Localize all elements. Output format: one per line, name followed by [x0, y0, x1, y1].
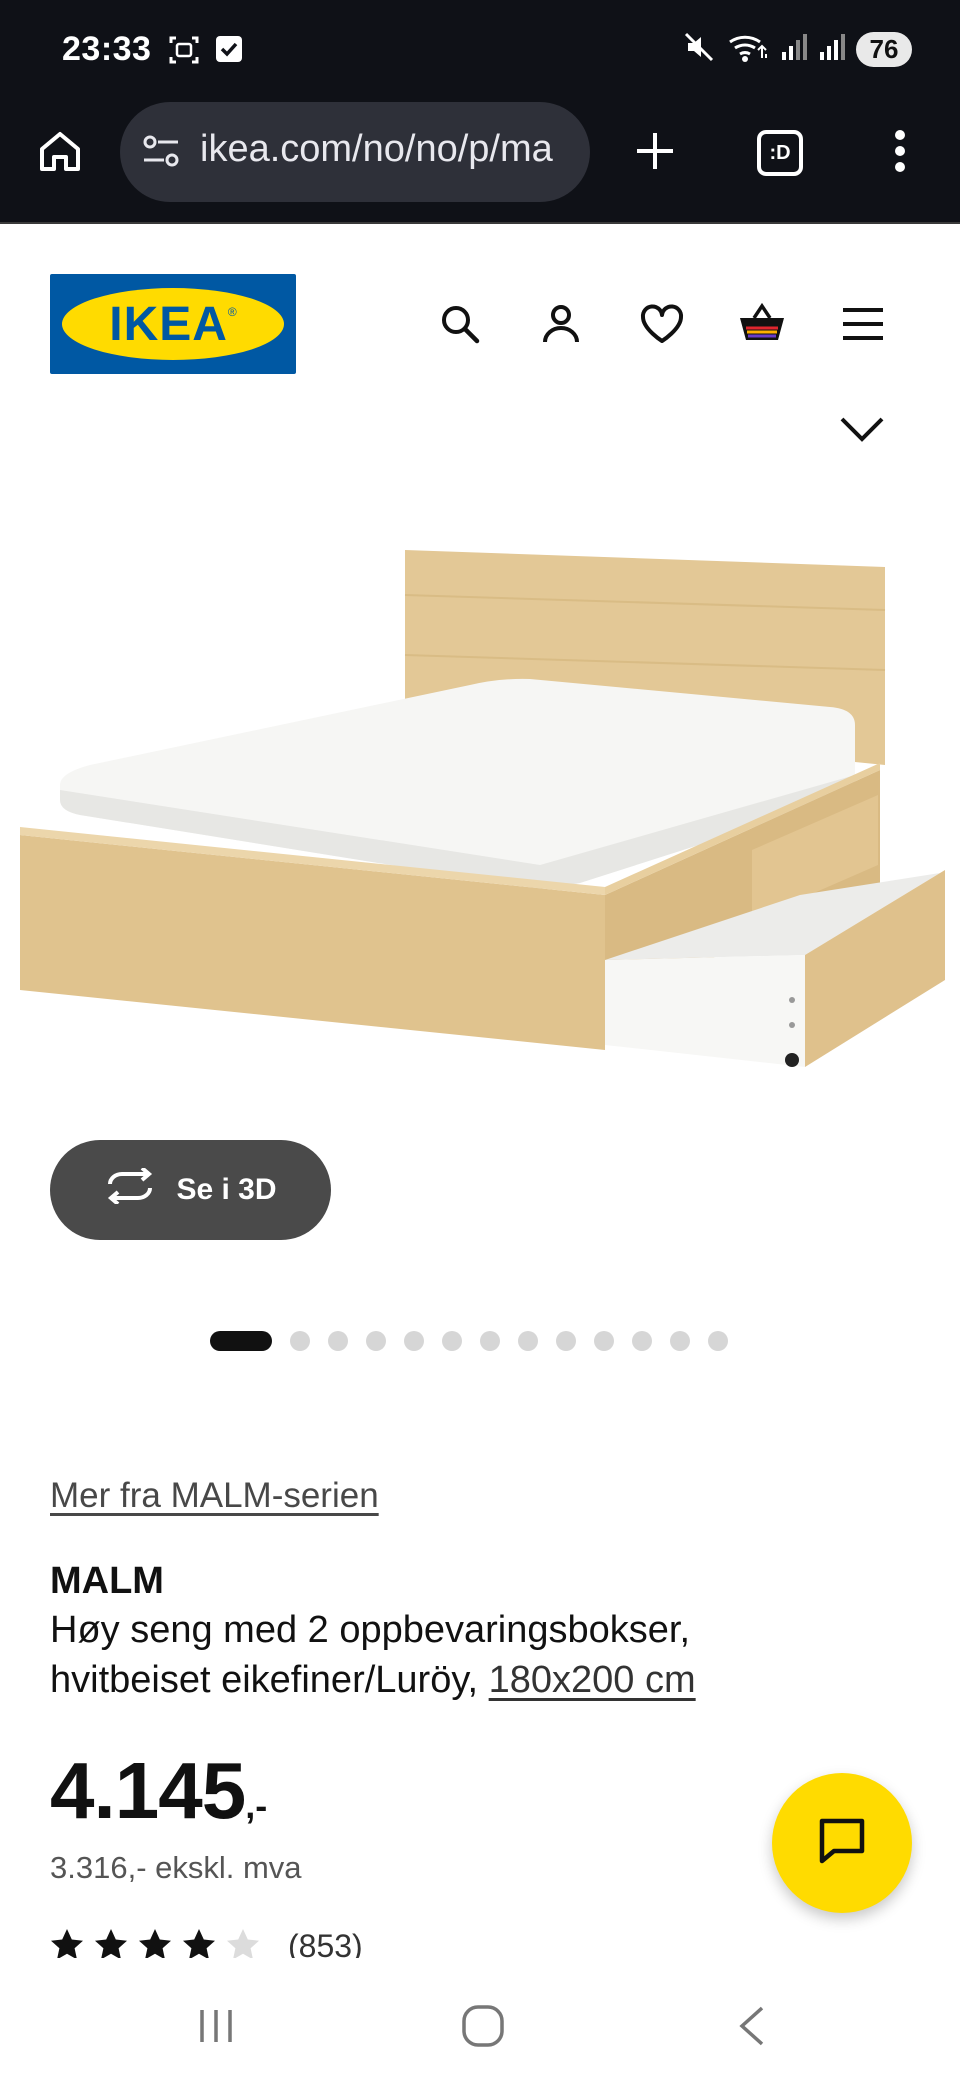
account-button[interactable] — [531, 296, 591, 356]
chat-icon — [816, 1815, 868, 1872]
account-icon — [539, 302, 583, 351]
browser-chrome: 23:33 76 ikea.com/no/no/p/ma:D — [0, 0, 960, 222]
back-nav-button[interactable] — [722, 1998, 782, 2058]
cart-button[interactable] — [732, 296, 792, 356]
carousel-dot[interactable] — [210, 1331, 272, 1351]
chat-button[interactable] — [772, 1773, 912, 1913]
carousel-dot[interactable] — [442, 1331, 462, 1351]
product-price: 4.145,- — [50, 1745, 267, 1837]
more-menu-button[interactable] — [865, 118, 935, 188]
image-carousel-dots[interactable] — [210, 1331, 728, 1351]
chevron-down-icon[interactable] — [838, 413, 886, 450]
home-nav-button[interactable] — [453, 1998, 513, 2058]
product-image-gallery[interactable] — [0, 395, 960, 1155]
logo-ellipse: IKEA ® — [62, 288, 284, 360]
tab-switcher-icon: :D — [757, 130, 803, 176]
status-icons-right: 76 — [682, 30, 912, 69]
menu-icon — [841, 306, 885, 347]
price-ex-vat: 3.316,- ekskl. mva — [50, 1850, 302, 1885]
carousel-dot[interactable] — [708, 1331, 728, 1351]
search-button[interactable] — [430, 296, 490, 356]
recent-apps-button[interactable] — [186, 1998, 246, 2058]
system-nav-bar — [0, 1958, 960, 2080]
carousel-dot[interactable] — [290, 1331, 310, 1351]
menu-button[interactable] — [833, 296, 893, 356]
favorites-button[interactable] — [632, 296, 692, 356]
carousel-dot[interactable] — [480, 1331, 500, 1351]
site-settings-icon[interactable] — [140, 130, 184, 179]
url-text[interactable]: ikea.com/no/no/p/ma — [200, 128, 580, 171]
new-tab-button[interactable] — [620, 118, 690, 188]
cart-icon — [736, 302, 788, 351]
new-tab-plus-icon — [633, 129, 677, 178]
carousel-dot[interactable] — [670, 1331, 690, 1351]
carousel-dot[interactable] — [518, 1331, 538, 1351]
recent-apps-icon — [196, 2006, 236, 2051]
home-button[interactable] — [25, 118, 95, 188]
ikea-logo[interactable]: IKEA ® — [50, 274, 296, 374]
search-icon — [438, 302, 482, 351]
product-description: Høy seng med 2 oppbevaringsbokser, hvitb… — [50, 1605, 850, 1705]
carousel-dot[interactable] — [328, 1331, 348, 1351]
size-link[interactable]: 180x200 cm — [489, 1659, 696, 1701]
carousel-dot[interactable] — [404, 1331, 424, 1351]
heart-icon — [639, 303, 685, 350]
tab-switcher-button[interactable]: :D — [745, 118, 815, 188]
battery-indicator: 76 — [856, 32, 912, 67]
address-bar[interactable]: ikea.com/no/no/p/ma — [120, 102, 590, 202]
carousel-dot[interactable] — [556, 1331, 576, 1351]
home-nav-icon — [461, 2004, 505, 2053]
logo-text: IKEA — [109, 297, 228, 351]
price-suffix: ,- — [245, 1785, 268, 1826]
product-image-bed — [20, 550, 945, 1067]
price-main: 4.145 — [50, 1746, 246, 1835]
carousel-dot[interactable] — [594, 1331, 614, 1351]
carousel-dot[interactable] — [632, 1331, 652, 1351]
wifi-icon — [726, 30, 770, 69]
signal-icon-2 — [818, 32, 846, 67]
logo-registered: ® — [227, 305, 237, 319]
more-vert-icon — [892, 127, 908, 180]
carousel-dot[interactable] — [366, 1331, 386, 1351]
screenshot-icon — [168, 34, 200, 71]
checkbox-notification-icon — [214, 34, 244, 71]
mute-icon — [682, 30, 716, 69]
status-icons-left — [168, 34, 244, 71]
status-time: 23:33 — [62, 30, 152, 68]
view-3d-label: Se i 3D — [176, 1173, 277, 1206]
rotate-3d-icon — [104, 1166, 156, 1212]
site-header: IKEA ® — [0, 222, 960, 394]
view-3d-button[interactable]: Se i 3D — [50, 1140, 331, 1240]
series-link[interactable]: Mer fra MALM-serien — [50, 1476, 379, 1516]
signal-icon — [780, 32, 808, 67]
product-name: MALM — [50, 1560, 164, 1602]
home-icon — [36, 127, 84, 180]
back-icon — [734, 2004, 770, 2053]
